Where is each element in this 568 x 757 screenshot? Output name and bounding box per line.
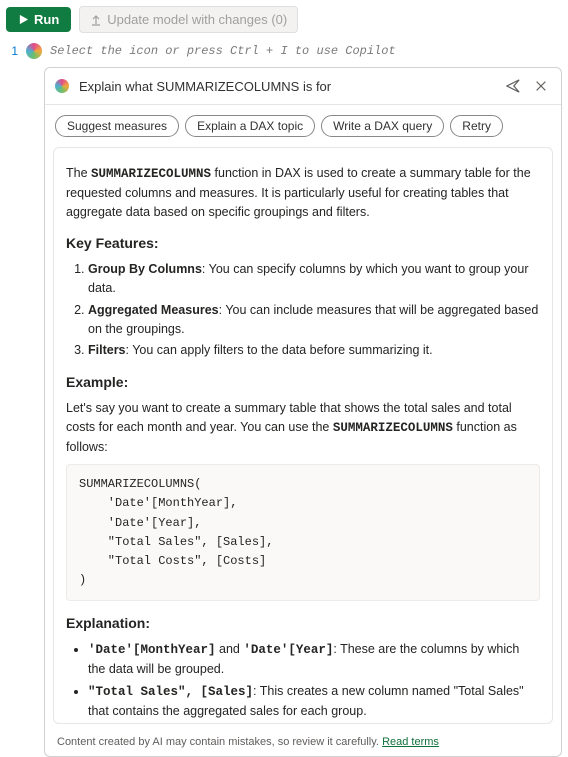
example-paragraph: Let's say you want to create a summary t…: [66, 399, 540, 456]
text: The: [66, 166, 91, 180]
code-inline: "Total Sales", [Sales]: [88, 685, 253, 699]
disclaimer-footer: Content created by AI may contain mistak…: [45, 730, 561, 756]
send-button[interactable]: [503, 76, 523, 96]
copilot-icon: [55, 79, 69, 93]
close-icon: [534, 79, 548, 93]
suggestion-chips: Suggest measures Explain a DAX topic Wri…: [45, 105, 561, 147]
chip-retry[interactable]: Retry: [450, 115, 503, 137]
update-model-button: Update model with changes (0): [79, 6, 298, 33]
function-name: SUMMARIZECOLUMNS: [333, 421, 453, 435]
text-bold: Aggregated Measures: [88, 303, 219, 317]
close-button[interactable]: [531, 76, 551, 96]
list-item: "Total Costs", [Costs]: This creates a n…: [88, 723, 540, 724]
send-icon: [506, 79, 520, 93]
run-button[interactable]: Run: [6, 7, 71, 32]
code-inline: 'Date'[Year]: [243, 643, 333, 657]
line-number: 1: [6, 44, 18, 58]
editor-placeholder: Select the icon or press Ctrl + I to use…: [50, 44, 396, 58]
disclaimer-text: Content created by AI may contain mistak…: [57, 736, 382, 748]
list-item: 'Date'[MonthYear] and 'Date'[Year]: Thes…: [88, 640, 540, 679]
upload-icon: [90, 14, 102, 26]
update-label: Update model with changes (0): [107, 12, 287, 27]
heading-example: Example:: [66, 372, 540, 393]
read-terms-link[interactable]: Read terms: [382, 736, 439, 748]
code-inline: 'Date'[MonthYear]: [88, 643, 216, 657]
list-item: "Total Sales", [Sales]: This creates a n…: [88, 682, 540, 721]
list-item: Group By Columns: You can specify column…: [88, 260, 540, 298]
intro-paragraph: The SUMMARIZECOLUMNS function in DAX is …: [66, 164, 540, 221]
list-item: Aggregated Measures: You can include mea…: [88, 301, 540, 339]
copilot-icon[interactable]: [26, 43, 42, 59]
text-bold: Filters: [88, 343, 126, 357]
copilot-prompt-input[interactable]: [77, 78, 495, 95]
code-block: SUMMARIZECOLUMNS( 'Date'[MonthYear], 'Da…: [66, 464, 540, 601]
chip-write-dax-query[interactable]: Write a DAX query: [321, 115, 444, 137]
heading-explanation: Explanation:: [66, 613, 540, 634]
heading-key-features: Key Features:: [66, 233, 540, 254]
panel-header: [45, 68, 561, 105]
list-item: Filters: You can apply filters to the da…: [88, 341, 540, 360]
toolbar: Run Update model with changes (0): [0, 0, 568, 39]
chip-explain-dax-topic[interactable]: Explain a DAX topic: [185, 115, 315, 137]
function-name: SUMMARIZECOLUMNS: [91, 167, 211, 181]
explanation-list: 'Date'[MonthYear] and 'Date'[Year]: Thes…: [66, 640, 540, 724]
text: : You can apply filters to the data befo…: [126, 343, 433, 357]
play-icon: [18, 14, 29, 25]
editor-line[interactable]: 1 Select the icon or press Ctrl + I to u…: [0, 39, 568, 63]
run-label: Run: [34, 12, 59, 27]
copilot-panel: Suggest measures Explain a DAX topic Wri…: [44, 67, 562, 757]
answer-content: The SUMMARIZECOLUMNS function in DAX is …: [53, 147, 553, 724]
features-list: Group By Columns: You can specify column…: [66, 260, 540, 360]
text-bold: Group By Columns: [88, 262, 202, 276]
chip-suggest-measures[interactable]: Suggest measures: [55, 115, 179, 137]
text: and: [216, 642, 244, 656]
